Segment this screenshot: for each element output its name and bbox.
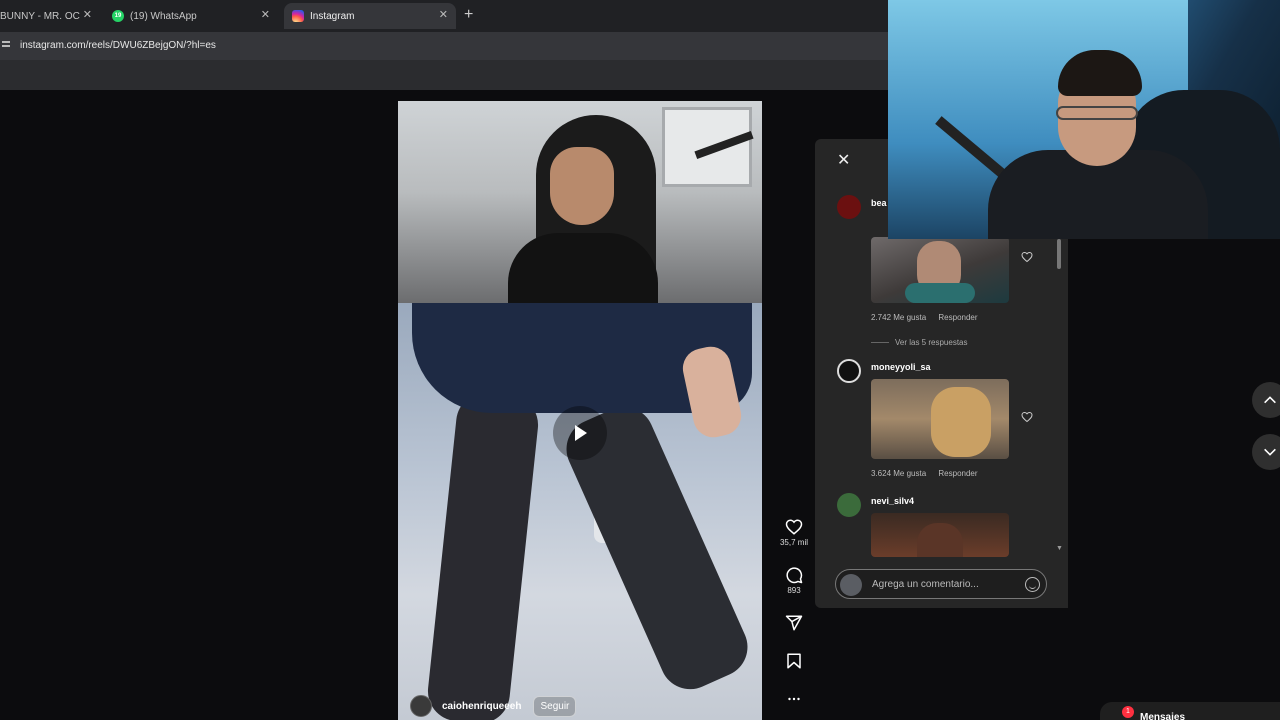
comments-scrollbar[interactable]: ▼ bbox=[1056, 239, 1063, 559]
tab-music[interactable]: BUNNY - MR. OCTO ✕ bbox=[0, 3, 100, 29]
whatsapp-icon: 19 bbox=[112, 10, 124, 22]
url-text[interactable]: instagram.com/reels/DWU6ZBejgON/?hl=es bbox=[20, 40, 216, 51]
avatar[interactable] bbox=[837, 195, 861, 219]
send-icon bbox=[785, 615, 803, 631]
tab-label: Instagram bbox=[310, 10, 355, 22]
close-icon[interactable]: ✕ bbox=[261, 8, 270, 21]
tab-label: BUNNY - MR. OCTO bbox=[0, 10, 80, 22]
next-reel-button[interactable] bbox=[1252, 434, 1280, 470]
heart-icon bbox=[785, 519, 803, 535]
scrollbar-thumb[interactable] bbox=[1057, 239, 1061, 269]
new-tab-button[interactable]: + bbox=[464, 6, 473, 24]
reply-button[interactable]: Responder bbox=[938, 469, 977, 478]
scroll-down-icon[interactable]: ▼ bbox=[1056, 545, 1063, 552]
reply-button[interactable]: Responder bbox=[938, 313, 977, 322]
comment-meta: 3.624 Me gusta Responder bbox=[871, 469, 988, 478]
author-username[interactable]: caiohenriqueeeh bbox=[442, 701, 521, 712]
chevron-up-icon bbox=[1264, 396, 1276, 404]
reel-video[interactable]: caiohenriqueeeh Seguir bbox=[398, 101, 762, 720]
comment-meta: 2.742 Me gusta Responder bbox=[871, 313, 988, 322]
comment-input[interactable]: Agrega un comentario... bbox=[835, 569, 1047, 599]
instagram-icon bbox=[292, 10, 304, 22]
messages-label: Mensajes bbox=[1140, 712, 1186, 720]
avatar[interactable] bbox=[410, 695, 432, 717]
reel-video-bottom bbox=[398, 303, 762, 720]
webcam-overlay bbox=[888, 0, 1280, 239]
reel-video-top bbox=[398, 101, 762, 303]
tab-label: (19) WhatsApp bbox=[130, 10, 197, 22]
emoji-icon[interactable] bbox=[1025, 577, 1040, 592]
glasses-image bbox=[1056, 106, 1138, 120]
unread-badge: 1 bbox=[1122, 706, 1134, 718]
comment-likes[interactable]: 2.742 Me gusta bbox=[871, 313, 926, 322]
comment-gif[interactable] bbox=[871, 513, 1009, 557]
more-icon bbox=[788, 697, 800, 701]
heart-icon[interactable] bbox=[1021, 411, 1033, 423]
like-action[interactable]: 35,7 mil bbox=[774, 518, 814, 547]
view-replies-button[interactable]: Ver las 5 respuestas bbox=[871, 338, 967, 347]
tab-whatsapp[interactable]: 19 (19) WhatsApp ✕ bbox=[112, 3, 278, 29]
comment-username[interactable]: nevi_silv4 bbox=[871, 496, 914, 506]
play-icon bbox=[575, 425, 587, 441]
close-icon[interactable]: ✕ bbox=[439, 8, 448, 21]
leg-image bbox=[424, 389, 542, 720]
comment-username[interactable]: moneyyoli_sa bbox=[871, 362, 931, 372]
streamer-image bbox=[508, 147, 658, 303]
follow-button[interactable]: Seguir bbox=[533, 695, 577, 717]
like-count: 35,7 mil bbox=[779, 538, 808, 547]
heart-icon[interactable] bbox=[1021, 251, 1033, 263]
site-settings-icon[interactable] bbox=[2, 41, 12, 51]
share-action[interactable] bbox=[774, 614, 814, 632]
bookmark-icon bbox=[787, 653, 801, 669]
comment-username[interactable]: bea bbox=[871, 198, 887, 208]
close-icon[interactable]: ✕ bbox=[83, 8, 92, 21]
comment-placeholder[interactable]: Agrega un comentario... bbox=[872, 579, 979, 590]
avatar[interactable] bbox=[837, 359, 861, 383]
comment-count: 893 bbox=[787, 586, 801, 595]
comment-action[interactable]: 893 bbox=[774, 566, 814, 595]
previous-reel-button[interactable] bbox=[1252, 382, 1280, 418]
play-button[interactable] bbox=[553, 406, 607, 460]
comment-gif[interactable] bbox=[871, 237, 1009, 303]
close-icon[interactable]: ✕ bbox=[837, 153, 853, 169]
comment-likes[interactable]: 3.624 Me gusta bbox=[871, 469, 926, 478]
avatar bbox=[840, 574, 862, 596]
tab-instagram[interactable]: Instagram ✕ bbox=[284, 3, 456, 29]
save-action[interactable] bbox=[774, 652, 814, 670]
chevron-down-icon bbox=[1264, 448, 1276, 456]
comment-icon bbox=[786, 567, 803, 584]
reel-author: caiohenriqueeeh Seguir bbox=[410, 695, 577, 717]
more-options-action[interactable] bbox=[774, 690, 814, 708]
messages-button[interactable]: 1 Mensajes bbox=[1100, 702, 1280, 720]
avatar[interactable] bbox=[837, 493, 861, 517]
comment-gif[interactable] bbox=[871, 379, 1009, 459]
